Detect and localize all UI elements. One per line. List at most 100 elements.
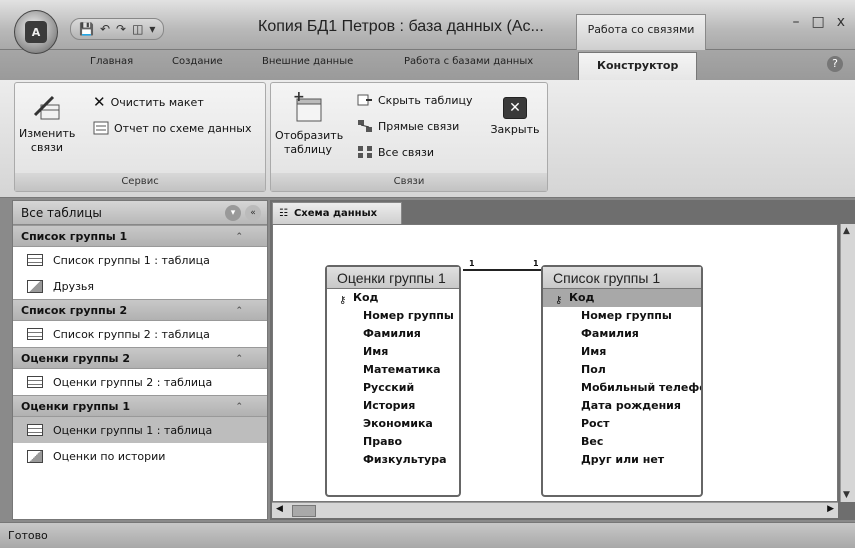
field-row[interactable]: Фамилия: [543, 325, 701, 343]
schema-canvas[interactable]: Оценки группы 1 ⚷ Код Номер группы Фамили…: [272, 224, 838, 502]
query-icon: [27, 279, 43, 293]
field-row[interactable]: ⚷ Код: [327, 289, 459, 307]
edit-links-line1: Изменить: [19, 127, 76, 140]
table-icon: [27, 424, 43, 436]
table-icon: [27, 376, 43, 388]
field-row[interactable]: Вес: [543, 433, 701, 451]
schema-report-button[interactable]: Отчет по схеме данных: [93, 121, 251, 135]
nav-item-query[interactable]: Друзья: [13, 273, 267, 299]
field-row[interactable]: Пол: [543, 361, 701, 379]
close-red-icon: ✕: [503, 97, 527, 119]
nav-group-header[interactable]: Список группы 2 ⌃: [13, 299, 267, 321]
minimize-button[interactable]: –: [792, 14, 799, 30]
schema-doc-tab-label: Схема данных: [293, 208, 378, 219]
nav-header[interactable]: Все таблицы ▾ «: [13, 201, 267, 225]
field-row[interactable]: Экономика: [327, 415, 459, 433]
scroll-left-icon[interactable]: ◀: [276, 504, 283, 514]
office-logo-icon: A: [25, 21, 47, 43]
collapse-chevron-icon: ⌃: [235, 306, 243, 316]
key-icon: ⚷: [555, 295, 563, 306]
navigation-pane: Все таблицы ▾ « Список группы 1 ⌃ Список …: [12, 200, 268, 520]
table-box-title[interactable]: Список группы 1: [543, 267, 701, 289]
field-row[interactable]: Номер группы: [543, 307, 701, 325]
table-box-list-group-1[interactable]: Список группы 1 ⚷ Код Номер группы Фамили…: [541, 265, 703, 497]
field-row[interactable]: Друг или нет: [543, 451, 701, 469]
field-row[interactable]: История: [327, 397, 459, 415]
relation-line[interactable]: [463, 269, 541, 271]
nav-item-label: Оценки группы 1 : таблица: [53, 423, 213, 437]
close-label: Закрыть: [490, 123, 540, 136]
x-icon: ✕: [93, 93, 106, 111]
all-links-button[interactable]: Все связи: [357, 145, 434, 159]
collapse-pane-icon[interactable]: «: [245, 205, 261, 221]
field-row[interactable]: Имя: [327, 343, 459, 361]
nav-group-header[interactable]: Оценки группы 1 ⌃: [13, 395, 267, 417]
redo-icon[interactable]: ↷: [116, 22, 126, 36]
vertical-scrollbar[interactable]: ▲ ▼: [840, 224, 855, 502]
show-table-button[interactable]: + Отобразить таблицу: [275, 89, 343, 157]
office-button[interactable]: A: [14, 10, 58, 54]
nav-group-header[interactable]: Список группы 1 ⌃: [13, 225, 267, 247]
tab-database-tools[interactable]: Работа с базами данных: [404, 56, 533, 67]
field-row[interactable]: Мобильный телефон: [543, 379, 701, 397]
nav-item-query[interactable]: Оценки по истории: [13, 443, 267, 469]
all-links-label: Все связи: [378, 145, 435, 159]
tab-home[interactable]: Главная: [90, 56, 133, 67]
help-icon[interactable]: ?: [827, 56, 843, 72]
clear-layout-button[interactable]: ✕ Очистить макет: [93, 93, 204, 111]
dropdown-icon[interactable]: ▾: [149, 22, 155, 36]
nav-menu-icon[interactable]: ▾: [225, 205, 241, 221]
scroll-up-icon[interactable]: ▲: [843, 226, 850, 236]
edit-links-button[interactable]: Изменить связи: [19, 93, 75, 155]
scroll-down-icon[interactable]: ▼: [843, 490, 850, 500]
all-links-icon: [358, 146, 372, 158]
table-box-grades-group-1[interactable]: Оценки группы 1 ⚷ Код Номер группы Фамили…: [325, 265, 461, 497]
nav-item-label: Друзья: [53, 279, 95, 293]
field-row[interactable]: Математика: [327, 361, 459, 379]
direct-links-button[interactable]: Прямые связи: [357, 119, 459, 133]
tab-create[interactable]: Создание: [172, 56, 223, 67]
field-row[interactable]: Номер группы: [327, 307, 459, 325]
clear-layout-label: Очистить макет: [110, 95, 204, 109]
schema-area: ☷ Схема данных Оценки группы 1 ⚷ Код Номе…: [270, 200, 855, 520]
maximize-button[interactable]: □: [811, 14, 824, 30]
tab-external-data[interactable]: Внешние данные: [262, 56, 353, 67]
group-links-label: Связи: [271, 173, 547, 191]
field-row[interactable]: Имя: [543, 343, 701, 361]
direct-links-icon: [358, 120, 372, 132]
close-window-button[interactable]: x: [837, 14, 845, 30]
close-schema-button[interactable]: ✕ Закрыть: [485, 97, 545, 137]
field-row[interactable]: Фамилия: [327, 325, 459, 343]
undo-icon[interactable]: ↶: [100, 22, 110, 36]
scroll-thumb[interactable]: [292, 505, 316, 517]
table-icon: [27, 254, 43, 266]
nav-group-header[interactable]: Оценки группы 2 ⌃: [13, 347, 267, 369]
quick-access-toolbar: 💾 ↶ ↷ ◫ ▾: [70, 18, 165, 40]
key-icon: ⚷: [339, 295, 347, 306]
nav-item-table[interactable]: Список группы 2 : таблица: [13, 321, 267, 347]
horizontal-scrollbar[interactable]: ◀ ▶: [272, 502, 838, 518]
nav-group-title: Список группы 2: [21, 304, 128, 317]
nav-item-label: Оценки по истории: [53, 449, 166, 463]
nav-item-table[interactable]: Оценки группы 1 : таблица: [13, 417, 267, 443]
field-row[interactable]: Физкультура: [327, 451, 459, 469]
tab-designer[interactable]: Конструктор: [578, 52, 698, 80]
save-icon[interactable]: 💾: [79, 22, 94, 36]
table-box-title[interactable]: Оценки группы 1: [327, 267, 459, 289]
nav-item-table[interactable]: Оценки группы 2 : таблица: [13, 369, 267, 395]
edit-links-icon: [33, 95, 60, 120]
field-row[interactable]: Рост: [543, 415, 701, 433]
status-text: Готово: [8, 529, 48, 542]
scroll-right-icon[interactable]: ▶: [827, 504, 834, 514]
report-icon: [93, 121, 109, 135]
field-row[interactable]: Русский: [327, 379, 459, 397]
new-doc-icon[interactable]: ◫: [132, 22, 143, 36]
field-row[interactable]: Дата рождения: [543, 397, 701, 415]
field-row[interactable]: Право: [327, 433, 459, 451]
field-row[interactable]: ⚷ Код: [543, 289, 701, 307]
ribbon: Изменить связи ✕ Очистить макет Отчет по…: [0, 80, 855, 198]
nav-item-table[interactable]: Список группы 1 : таблица: [13, 247, 267, 273]
relation-mark-right: 1: [533, 259, 539, 268]
hide-table-button[interactable]: Скрыть таблицу: [357, 93, 473, 107]
schema-doc-tab[interactable]: ☷ Схема данных: [272, 202, 402, 224]
